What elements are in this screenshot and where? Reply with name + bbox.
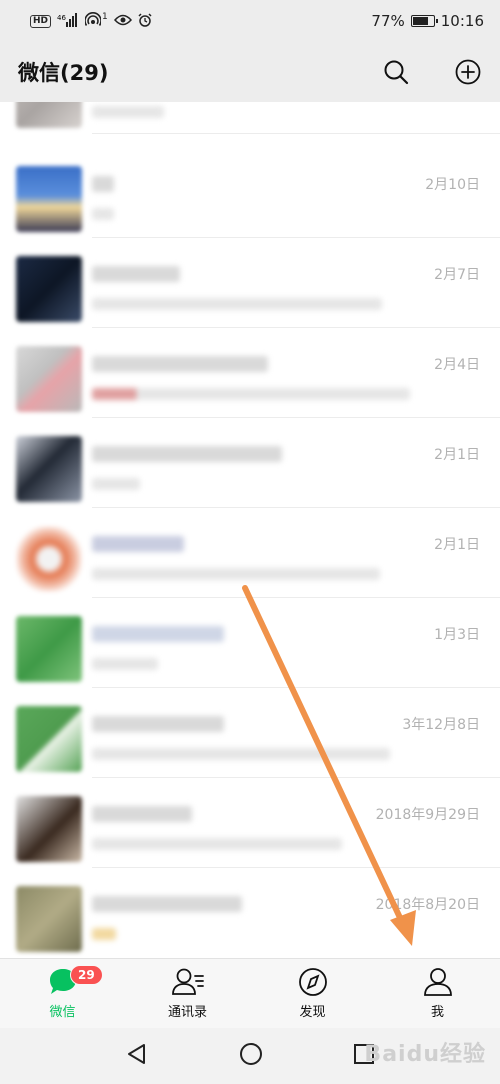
blurred-name xyxy=(92,356,268,372)
back-button[interactable] xyxy=(125,1042,149,1070)
chat-time: 2月1日 xyxy=(434,447,480,463)
blurred-message xyxy=(92,106,164,118)
user-icon xyxy=(423,968,452,996)
tab-label: 我 xyxy=(430,1005,444,1020)
blurred-message xyxy=(92,298,382,310)
avatar xyxy=(16,616,82,682)
home-circle-icon xyxy=(240,1043,262,1065)
chat-time: 2月7日 xyxy=(434,267,480,283)
page-title: 微信(29) xyxy=(18,61,109,85)
plus-circle-icon xyxy=(455,59,481,85)
tab-contacts[interactable]: 通讯录 xyxy=(125,959,250,1028)
battery-icon xyxy=(410,15,438,27)
chat-item[interactable] xyxy=(0,102,500,134)
chat-item[interactable]: 1月3日 xyxy=(0,598,500,688)
chat-item[interactable]: 2018年8月20日 xyxy=(0,868,500,958)
chat-time: 2月4日 xyxy=(434,357,480,373)
compass-icon xyxy=(298,968,327,996)
status-icons: HD 46 1 xyxy=(30,11,152,31)
notification-count: 1 xyxy=(102,12,108,22)
chat-item[interactable]: 2月1日 xyxy=(0,508,500,598)
header: 微信(29) xyxy=(0,42,500,102)
back-triangle-icon xyxy=(128,1044,145,1064)
tab-bar: 微信 29 通讯录 发现 我 xyxy=(0,958,500,1028)
avatar xyxy=(16,102,82,128)
add-button[interactable] xyxy=(454,58,482,86)
avatar xyxy=(16,436,82,502)
chat-item[interactable]: 2月4日 xyxy=(0,328,500,418)
status-bar: HD 46 1 77% 10:16 xyxy=(0,0,500,42)
signal-icon: 46 xyxy=(57,12,79,30)
avatar xyxy=(16,886,82,952)
avatar xyxy=(16,346,82,412)
divider xyxy=(92,133,500,134)
blurred-name xyxy=(92,536,184,552)
avatar xyxy=(16,796,82,862)
search-icon xyxy=(384,60,409,85)
battery-percent: 77% xyxy=(371,12,405,30)
blurred-message xyxy=(92,928,116,940)
blurred-name xyxy=(92,626,224,642)
contacts-icon xyxy=(171,968,204,995)
home-button[interactable] xyxy=(239,1042,263,1070)
unread-badge: 29 xyxy=(70,965,103,985)
chat-time: 2月1日 xyxy=(434,537,480,553)
tab-me[interactable]: 我 xyxy=(375,959,500,1028)
chat-item[interactable]: 2月7日 xyxy=(0,238,500,328)
chat-item[interactable]: 2月1日 xyxy=(0,418,500,508)
chat-time: 2月10日 xyxy=(425,177,480,193)
tab-discover[interactable]: 发现 xyxy=(250,959,375,1028)
clock: 10:16 xyxy=(440,12,484,30)
search-button[interactable] xyxy=(382,58,410,86)
avatar xyxy=(16,256,82,322)
tab-chats[interactable]: 微信 29 xyxy=(0,959,125,1028)
blurred-name xyxy=(92,446,282,462)
blurred-name xyxy=(92,896,242,912)
avatar xyxy=(16,526,82,592)
blurred-message xyxy=(92,748,390,760)
blurred-name xyxy=(92,806,192,822)
chat-time: 2018年8月20日 xyxy=(375,897,480,913)
header-actions xyxy=(382,58,482,86)
blurred-message xyxy=(92,478,140,490)
chat-item[interactable]: 2018年9月29日 xyxy=(0,778,500,868)
chat-time: 2018年9月29日 xyxy=(375,807,480,823)
blurred-message xyxy=(92,568,380,580)
tab-label: 发现 xyxy=(299,1005,326,1020)
alarm-icon xyxy=(138,12,152,30)
blurred-message xyxy=(92,208,114,220)
hotspot-icon xyxy=(84,11,102,31)
svg-text:46: 46 xyxy=(57,14,66,22)
blurred-message xyxy=(92,838,342,850)
blurred-message xyxy=(92,658,158,670)
eye-icon xyxy=(113,14,132,29)
blurred-name xyxy=(92,716,224,732)
chat-time: 3年12月8日 xyxy=(402,717,480,733)
avatar xyxy=(16,166,82,232)
chat-item[interactable]: 3年12月8日 xyxy=(0,688,500,778)
blurred-message xyxy=(92,388,410,400)
chat-time: 1月3日 xyxy=(434,627,480,643)
tab-label: 微信 xyxy=(49,1005,76,1020)
chat-list[interactable]: 2月10日 2月7日 2月4日 2月1日 2月1日 1月3日 3年12月8日 2… xyxy=(0,102,500,958)
battery-fill xyxy=(412,17,428,25)
chat-item[interactable]: 2月10日 xyxy=(0,148,500,238)
watermark: Baidu经验 xyxy=(364,1042,486,1067)
avatar xyxy=(16,706,82,772)
status-right: 77% 10:16 xyxy=(371,12,484,30)
blurred-name xyxy=(92,266,180,282)
hd-icon: HD xyxy=(30,14,52,28)
blurred-name xyxy=(92,176,114,192)
tab-label: 通讯录 xyxy=(167,1005,207,1020)
